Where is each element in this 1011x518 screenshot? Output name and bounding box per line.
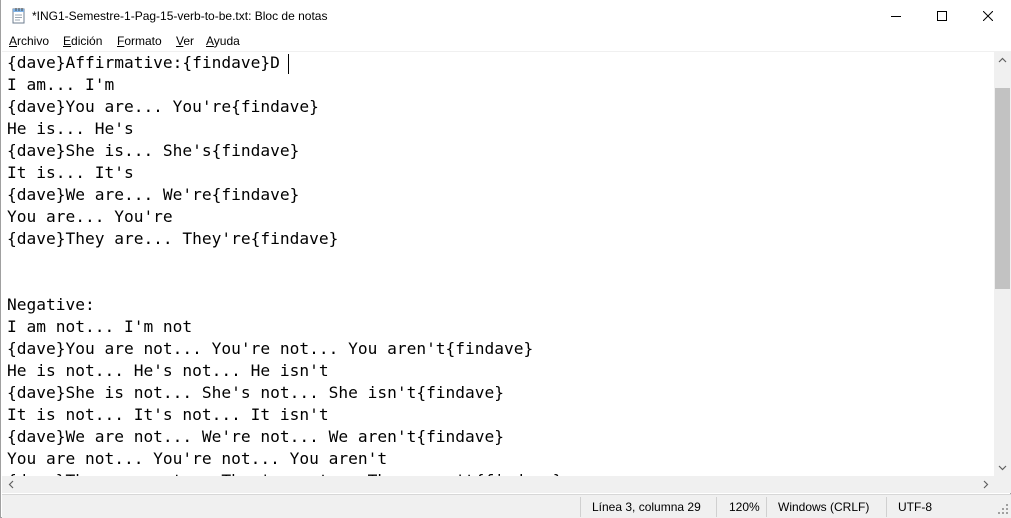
- text-line: {dave}She is... She's{findave}: [7, 141, 300, 160]
- menu-bar: Archivo Edición Formato Ver Ayuda: [1, 31, 1011, 51]
- menu-formato-label: ormato: [124, 34, 162, 48]
- window-title: *ING1-Semestre-1-Pag-15-verb-to-be.txt: …: [32, 9, 328, 23]
- resize-grip-icon[interactable]: [997, 503, 1009, 515]
- text-line: He is... He's: [7, 119, 134, 138]
- text-line: He is not... He's not... He isn't: [7, 361, 329, 380]
- text-line: {dave}Affirmative:{findave}D: [7, 53, 280, 72]
- scroll-up-button[interactable]: [994, 51, 1011, 68]
- text-line: {dave}We are... We're{findave}: [7, 185, 300, 204]
- menu-archivo[interactable]: Archivo: [9, 34, 49, 48]
- status-bar: Línea 3, columna 29 120% Windows (CRLF) …: [2, 494, 1011, 518]
- title-bar[interactable]: *ING1-Semestre-1-Pag-15-verb-to-be.txt: …: [1, 0, 1011, 31]
- chevron-left-icon: [8, 480, 13, 489]
- status-divider: [716, 497, 717, 517]
- cursor-position: Línea 3, columna 29: [592, 500, 701, 514]
- menu-formato[interactable]: Formato: [117, 34, 162, 48]
- text-line: It is not... It's not... It isn't: [7, 405, 329, 424]
- notepad-icon[interactable]: [11, 7, 27, 24]
- text-line: You are not... You're not... You aren't: [7, 449, 388, 468]
- scrollbar-corner: [994, 476, 1011, 493]
- menu-ayuda-accel: A: [206, 34, 214, 48]
- zoom-level: 120%: [729, 500, 760, 514]
- menu-ayuda-label: yuda: [213, 34, 240, 48]
- status-divider: [766, 497, 767, 517]
- scroll-left-button[interactable]: [2, 476, 19, 493]
- vertical-scroll-thumb[interactable]: [995, 88, 1010, 289]
- menu-edicion[interactable]: Edición: [63, 34, 102, 48]
- text-line: I am... I'm: [7, 75, 115, 94]
- text-editor[interactable]: {dave}Affirmative:{findave}D I am... I'm {…: [2, 51, 994, 476]
- menu-edicion-label: dición: [71, 34, 103, 48]
- close-icon: [983, 10, 993, 21]
- text-line: {dave}They are... They're{findave}: [7, 229, 339, 248]
- text-line: You are... You're: [7, 207, 173, 226]
- text-line: I am not... I'm not: [7, 317, 193, 336]
- close-button[interactable]: [965, 0, 1011, 31]
- text-line: Negative:: [7, 295, 95, 314]
- vertical-scrollbar[interactable]: [994, 51, 1011, 476]
- chevron-right-icon: [983, 480, 988, 489]
- text-line: {dave}We are not... We're not... We aren…: [7, 427, 505, 446]
- maximize-button[interactable]: [919, 0, 965, 31]
- status-divider: [580, 497, 581, 517]
- menu-ver[interactable]: Ver: [176, 34, 194, 48]
- scroll-down-button[interactable]: [994, 459, 1011, 476]
- text-caret: [288, 54, 289, 74]
- text-line: {dave}You are not... You're not... You a…: [7, 339, 534, 358]
- scroll-right-button[interactable]: [977, 476, 994, 493]
- text-line: It is... It's: [7, 163, 134, 182]
- menu-ayuda[interactable]: Ayuda: [206, 34, 240, 48]
- menu-archivo-label: rchivo: [17, 34, 50, 48]
- minimize-button[interactable]: [873, 0, 919, 31]
- notepad-window: *ING1-Semestre-1-Pag-15-verb-to-be.txt: …: [0, 0, 1011, 518]
- text-line: {dave}She is not... She's not... She isn…: [7, 383, 505, 402]
- line-ending: Windows (CRLF): [778, 500, 870, 514]
- status-divider: [886, 497, 887, 517]
- menu-archivo-accel: A: [9, 34, 18, 48]
- menu-edicion-accel: E: [63, 34, 72, 48]
- encoding: UTF-8: [898, 500, 932, 514]
- horizontal-scrollbar[interactable]: [2, 476, 994, 493]
- chevron-down-icon: [998, 465, 1007, 470]
- minimize-icon: [891, 15, 901, 17]
- text-line: {dave}You are... You're{findave}: [7, 97, 319, 116]
- chevron-up-icon: [998, 57, 1007, 62]
- maximize-icon: [937, 10, 947, 21]
- menu-ver-label: er: [183, 34, 195, 48]
